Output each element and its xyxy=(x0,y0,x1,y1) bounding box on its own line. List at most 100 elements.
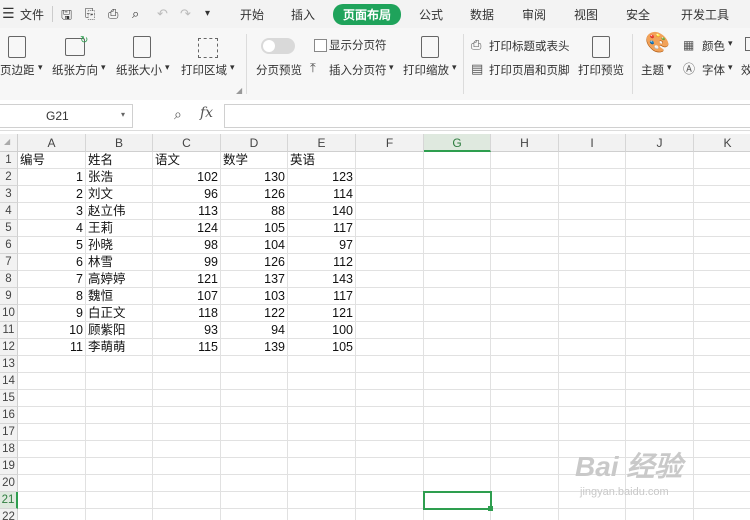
cell[interactable]: 139 xyxy=(221,339,288,356)
column-header-k[interactable]: K xyxy=(694,134,750,152)
paper-size-button[interactable]: 纸张大小 xyxy=(116,62,162,78)
row-header-14[interactable]: 14 xyxy=(0,373,18,390)
cell[interactable] xyxy=(356,237,424,254)
print-area-icon[interactable] xyxy=(198,38,218,58)
cell[interactable]: 6 xyxy=(18,254,86,271)
column-header-f[interactable]: F xyxy=(356,134,424,152)
cell[interactable] xyxy=(153,475,221,492)
cell[interactable] xyxy=(221,509,288,520)
cell[interactable] xyxy=(86,424,153,441)
cell[interactable]: 孙晓 xyxy=(86,237,153,254)
cell[interactable] xyxy=(221,424,288,441)
cell[interactable]: 2 xyxy=(18,186,86,203)
print-area-button[interactable]: 打印区域 xyxy=(181,62,227,78)
cell[interactable] xyxy=(559,271,626,288)
print-icon[interactable]: ⎙ xyxy=(108,6,118,22)
cell[interactable]: 语文 xyxy=(153,152,221,169)
cell[interactable] xyxy=(559,390,626,407)
cell[interactable] xyxy=(424,186,491,203)
zoom-search-icon[interactable]: ⌕ xyxy=(174,106,182,123)
cell[interactable] xyxy=(559,186,626,203)
cell[interactable]: 顾紫阳 xyxy=(86,322,153,339)
row-header-8[interactable]: 8 xyxy=(0,271,18,288)
cell[interactable] xyxy=(356,339,424,356)
cell[interactable]: 张浩 xyxy=(86,169,153,186)
show-page-breaks-checkbox[interactable] xyxy=(314,39,327,52)
cell[interactable] xyxy=(491,169,559,186)
cell[interactable] xyxy=(491,475,559,492)
print-preview-button[interactable]: 打印预览 xyxy=(578,62,624,78)
fx-icon[interactable]: fx xyxy=(200,105,213,121)
cell[interactable]: 96 xyxy=(153,186,221,203)
colors-button[interactable]: 颜色 xyxy=(702,38,725,54)
cell[interactable]: 98 xyxy=(153,237,221,254)
cell[interactable] xyxy=(424,288,491,305)
cell[interactable] xyxy=(491,186,559,203)
cell[interactable] xyxy=(424,220,491,237)
cell[interactable]: 赵立伟 xyxy=(86,203,153,220)
cell[interactable] xyxy=(356,475,424,492)
row-header-10[interactable]: 10 xyxy=(0,305,18,322)
print-preview-icon[interactable] xyxy=(592,36,610,58)
cell[interactable] xyxy=(86,356,153,373)
cell[interactable] xyxy=(694,169,750,186)
cell[interactable] xyxy=(18,492,86,509)
formula-input[interactable] xyxy=(224,104,750,128)
cell[interactable]: 99 xyxy=(153,254,221,271)
cell[interactable] xyxy=(356,441,424,458)
effects-button[interactable]: 效 xyxy=(741,62,750,78)
cell[interactable] xyxy=(626,305,694,322)
save-icon[interactable]: 🖫 xyxy=(61,6,72,28)
cell[interactable] xyxy=(221,441,288,458)
print-preview-icon[interactable]: ⌕ xyxy=(132,6,139,22)
cell[interactable] xyxy=(694,322,750,339)
cell[interactable] xyxy=(626,407,694,424)
cell[interactable] xyxy=(18,509,86,520)
cell[interactable] xyxy=(559,152,626,169)
cell[interactable] xyxy=(491,322,559,339)
cell[interactable] xyxy=(356,424,424,441)
cell[interactable] xyxy=(86,458,153,475)
cell[interactable] xyxy=(559,220,626,237)
cell[interactable] xyxy=(694,186,750,203)
cell[interactable]: 李萌萌 xyxy=(86,339,153,356)
cell[interactable]: 114 xyxy=(288,186,356,203)
cell[interactable]: 115 xyxy=(153,339,221,356)
cell[interactable] xyxy=(356,203,424,220)
dialog-launcher-icon[interactable]: ◢ xyxy=(236,86,242,95)
print-titles-button[interactable]: 打印标题或表头 xyxy=(489,38,570,54)
column-header-e[interactable]: E xyxy=(288,134,356,152)
chevron-down-icon[interactable]: ▾ xyxy=(389,62,394,73)
cell[interactable] xyxy=(356,305,424,322)
page-break-preview-button[interactable]: 分页预览 xyxy=(256,62,302,78)
cell[interactable]: 105 xyxy=(221,220,288,237)
cell[interactable] xyxy=(694,152,750,169)
cell[interactable]: 117 xyxy=(288,288,356,305)
cell[interactable] xyxy=(626,322,694,339)
row-header-12[interactable]: 12 xyxy=(0,339,18,356)
column-header-i[interactable]: I xyxy=(559,134,626,152)
cell[interactable] xyxy=(694,475,750,492)
cell[interactable] xyxy=(356,509,424,520)
cell[interactable] xyxy=(694,407,750,424)
hamburger-icon[interactable]: ☰ xyxy=(2,5,15,22)
row-header-22[interactable]: 22 xyxy=(0,509,18,520)
cell[interactable]: 编号 xyxy=(18,152,86,169)
cell[interactable]: 英语 xyxy=(288,152,356,169)
cell[interactable] xyxy=(559,356,626,373)
cell[interactable]: 4 xyxy=(18,220,86,237)
palette-icon[interactable]: 🎨 xyxy=(645,33,670,53)
row-header-9[interactable]: 9 xyxy=(0,288,18,305)
cell[interactable] xyxy=(356,169,424,186)
row-header-6[interactable]: 6 xyxy=(0,237,18,254)
cell[interactable]: 113 xyxy=(153,203,221,220)
cell[interactable] xyxy=(491,305,559,322)
row-header-16[interactable]: 16 xyxy=(0,407,18,424)
cell[interactable] xyxy=(559,237,626,254)
tab-review[interactable]: 审阅 xyxy=(522,6,546,23)
cell[interactable]: 94 xyxy=(221,322,288,339)
row-header-17[interactable]: 17 xyxy=(0,424,18,441)
print-scaling-button[interactable]: 打印缩放 xyxy=(403,62,449,78)
cell[interactable] xyxy=(491,220,559,237)
cell[interactable] xyxy=(626,220,694,237)
